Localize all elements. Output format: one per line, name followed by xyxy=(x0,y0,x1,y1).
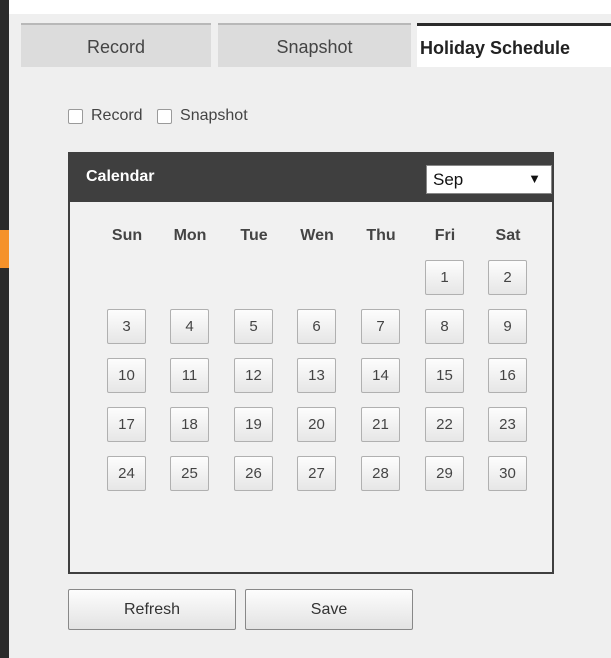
weekday-header: Tue xyxy=(240,227,268,244)
dropdown-arrow-icon: ▼ xyxy=(528,171,541,186)
weekday-header: Sat xyxy=(495,227,521,244)
month-select-value: Sep xyxy=(433,170,464,189)
snapshot-checkbox-label: Snapshot xyxy=(180,107,248,124)
calendar-panel: Calendar Sep ▼ Sun Mon Tue Wen Thu Fri Sat 1 2 3 4… xyxy=(68,152,554,574)
snapshot-checkbox-box[interactable] xyxy=(157,108,173,124)
calendar-day-button[interactable]: 6 xyxy=(297,309,336,344)
calendar-day-button[interactable]: 24 xyxy=(107,456,146,491)
tab-record[interactable]: Record xyxy=(21,23,211,67)
active-nav-indicator xyxy=(0,230,9,268)
calendar-day-button[interactable]: 3 xyxy=(107,309,146,344)
calendar-title: Calendar xyxy=(86,168,155,185)
tab-snapshot[interactable]: Snapshot xyxy=(218,23,411,67)
month-select[interactable]: Sep ▼ xyxy=(426,165,552,194)
calendar-day-button[interactable]: 29 xyxy=(425,456,464,491)
weekday-header: Wen xyxy=(300,227,334,244)
calendar-header: Calendar Sep ▼ xyxy=(70,154,552,202)
weekday-header: Fri xyxy=(434,227,456,244)
calendar-day-button[interactable]: 26 xyxy=(234,456,273,491)
refresh-button[interactable]: Refresh xyxy=(68,589,236,630)
calendar-day-button[interactable]: 16 xyxy=(488,358,527,393)
calendar-day-button[interactable]: 9 xyxy=(488,309,527,344)
calendar-day-button[interactable]: 14 xyxy=(361,358,400,393)
calendar-day-button[interactable]: 12 xyxy=(234,358,273,393)
calendar-day-button[interactable]: 27 xyxy=(297,456,336,491)
calendar-day-button[interactable]: 7 xyxy=(361,309,400,344)
record-checkbox-box[interactable] xyxy=(68,108,83,124)
calendar-day-button[interactable]: 2 xyxy=(488,260,527,295)
calendar-day-button[interactable]: 28 xyxy=(361,456,400,491)
snapshot-checkbox[interactable]: Snapshot xyxy=(157,107,248,125)
weekday-header: Thu xyxy=(366,227,396,244)
tab-bar: Record Snapshot Holiday Schedule xyxy=(9,23,611,67)
calendar-day-button[interactable]: 21 xyxy=(361,407,400,442)
left-nav-bar xyxy=(0,0,9,658)
type-checkboxes: Record Snapshot xyxy=(68,107,258,129)
top-strip xyxy=(9,0,611,14)
calendar-day-button[interactable]: 5 xyxy=(234,309,273,344)
calendar-day-button[interactable]: 1 xyxy=(425,260,464,295)
tab-holiday-schedule[interactable]: Holiday Schedule xyxy=(417,23,611,67)
save-button[interactable]: Save xyxy=(245,589,413,630)
calendar-day-button[interactable]: 19 xyxy=(234,407,273,442)
calendar-day-button[interactable]: 18 xyxy=(170,407,209,442)
record-checkbox[interactable]: Record xyxy=(68,107,143,125)
record-checkbox-label: Record xyxy=(91,107,143,124)
calendar-day-button[interactable]: 30 xyxy=(488,456,527,491)
calendar-day-button[interactable]: 25 xyxy=(170,456,209,491)
calendar-day-button[interactable]: 4 xyxy=(170,309,209,344)
calendar-day-button[interactable]: 11 xyxy=(170,358,209,393)
calendar-day-button[interactable]: 17 xyxy=(107,407,146,442)
calendar-day-button[interactable]: 23 xyxy=(488,407,527,442)
calendar-day-button[interactable]: 13 xyxy=(297,358,336,393)
calendar-day-button[interactable]: 15 xyxy=(425,358,464,393)
calendar-day-button[interactable]: 10 xyxy=(107,358,146,393)
calendar-day-button[interactable]: 8 xyxy=(425,309,464,344)
calendar-day-button[interactable]: 22 xyxy=(425,407,464,442)
calendar-day-button[interactable]: 20 xyxy=(297,407,336,442)
weekday-header: Mon xyxy=(173,227,207,244)
weekday-header: Sun xyxy=(111,227,143,244)
